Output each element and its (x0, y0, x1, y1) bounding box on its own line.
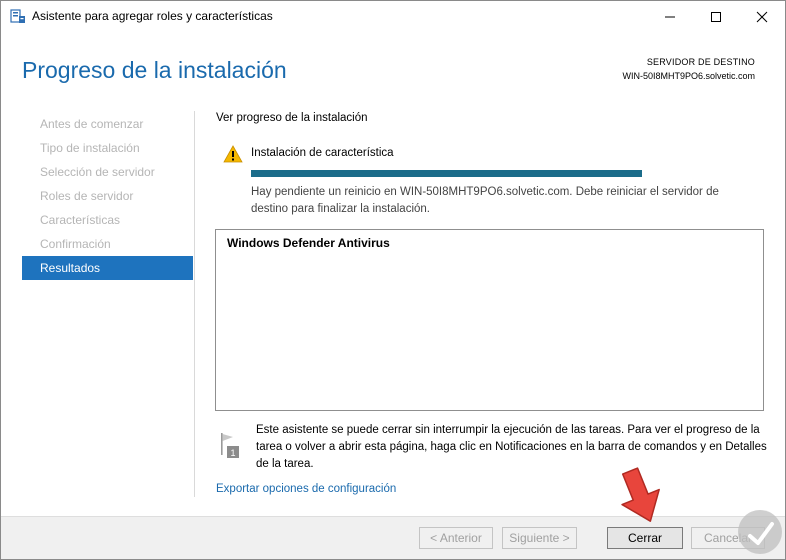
maximize-icon (711, 11, 721, 22)
nav-item-confirmacion: Confirmación (40, 237, 111, 251)
wizard-window: Asistente para agregar roles y caracterí… (0, 0, 786, 560)
nav-item-seleccion-de-servidor: Selección de servidor (40, 165, 155, 179)
restart-notice: Hay pendiente un reinicio en WIN-50I8MHT… (251, 186, 719, 215)
close-button[interactable]: Cerrar (607, 527, 683, 549)
close-info-text: Este asistente se puede cerrar sin inter… (256, 424, 767, 470)
minimize-icon (665, 16, 675, 17)
close-window-button[interactable] (739, 1, 785, 32)
minimize-button[interactable] (647, 1, 693, 32)
export-config-link[interactable]: Exportar opciones de configuración (216, 483, 396, 495)
feature-install-status: Instalación de característica (251, 147, 394, 159)
warning-icon (223, 145, 243, 163)
maximize-button[interactable] (693, 1, 739, 32)
nav-item-caracteristicas: Características (40, 213, 121, 227)
nav-item-resultados[interactable]: Resultados (22, 256, 193, 280)
section-label: Ver progreso de la instalación (216, 112, 368, 124)
svg-text:1: 1 (230, 448, 235, 458)
install-progress-fill (251, 170, 642, 177)
wizard-nav: Antes de comenzar Tipo de instalación Se… (22, 112, 193, 280)
solvetic-logo-icon (738, 510, 782, 554)
destination-server-label: SERVIDOR DE DESTINO (646, 57, 755, 67)
nav-divider (194, 111, 195, 497)
install-progress-bar (251, 170, 642, 177)
page-title: Progreso de la instalación (22, 57, 287, 83)
close-icon (756, 11, 768, 22)
nav-item-tipo-de-instalacion: Tipo de instalación (40, 141, 140, 155)
list-item: Windows Defender Antivirus (227, 236, 390, 250)
results-list[interactable]: Windows Defender Antivirus (215, 229, 764, 411)
title-bar: Asistente para agregar roles y caracterí… (1, 1, 785, 32)
server-manager-icon (10, 9, 25, 23)
nav-item-roles-de-servidor: Roles de servidor (40, 189, 134, 203)
next-button[interactable]: Siguiente > (502, 527, 577, 549)
destination-server-name: WIN-50I8MHT9PO6.solvetic.com (622, 71, 755, 81)
nav-item-antes-de-comenzar: Antes de comenzar (40, 117, 144, 131)
pointer-arrow-icon (621, 467, 660, 522)
notification-flag-icon: 1 (221, 433, 239, 458)
previous-button[interactable]: < Anterior (419, 527, 493, 549)
window-title: Asistente para agregar roles y caracterí… (32, 9, 273, 23)
